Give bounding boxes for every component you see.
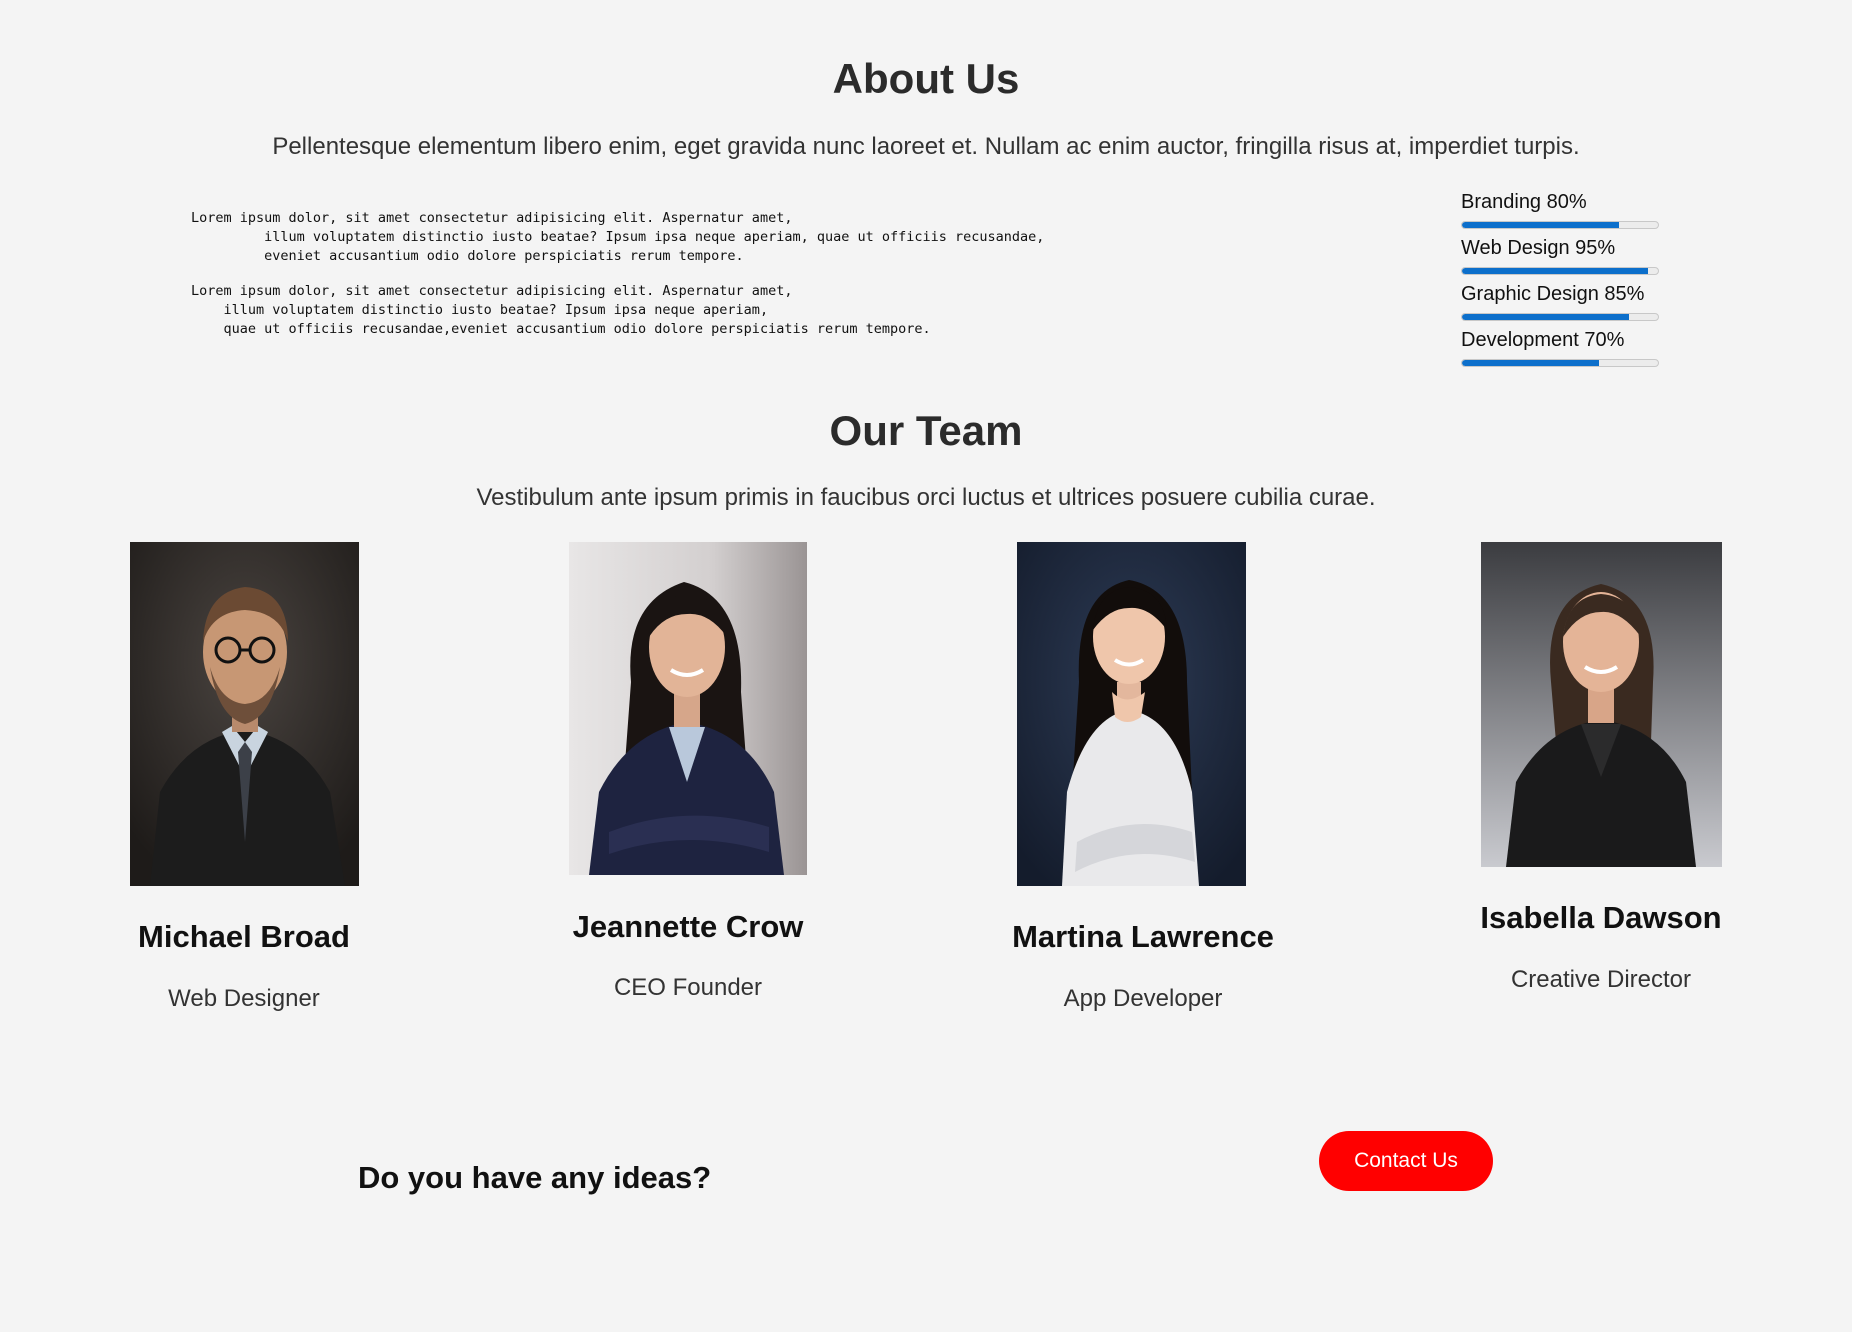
skill-item-web-design: Web Design 95% bbox=[1461, 236, 1659, 275]
team-member-role: CEO Founder bbox=[613, 974, 763, 1001]
portrait-image bbox=[569, 542, 807, 875]
skill-progress-fill bbox=[1462, 360, 1600, 366]
skill-item-development: Development 70% bbox=[1461, 328, 1659, 367]
skill-label: Web Design 95% bbox=[1461, 237, 1616, 259]
contact-us-button[interactable]: Contact Us bbox=[1319, 1131, 1493, 1191]
portrait-image bbox=[1481, 542, 1722, 867]
portrait-image bbox=[130, 542, 359, 886]
skill-item-graphic-design: Graphic Design 85% bbox=[1461, 282, 1659, 321]
about-paragraph-2: Lorem ipsum dolor, sit amet consectetur … bbox=[191, 283, 931, 337]
team-title: Our Team bbox=[829, 407, 1023, 454]
team-member-photo bbox=[569, 542, 807, 875]
skill-progress-bar bbox=[1461, 359, 1659, 367]
skill-progress-bar bbox=[1461, 221, 1659, 229]
team-member-role: Web Designer bbox=[168, 985, 320, 1012]
skill-label: Branding 80% bbox=[1461, 191, 1587, 213]
skill-label: Graphic Design 85% bbox=[1461, 283, 1645, 305]
skill-progress-fill bbox=[1462, 268, 1649, 274]
team-member-photo bbox=[130, 542, 359, 886]
team-member-name: Isabella Dawson bbox=[1480, 900, 1722, 935]
about-paragraph-1: Lorem ipsum dolor, sit amet consectetur … bbox=[191, 210, 1045, 264]
skill-item-branding: Branding 80% bbox=[1461, 190, 1659, 229]
skill-progress-fill bbox=[1462, 314, 1629, 320]
skill-progress-bar bbox=[1461, 313, 1659, 321]
team-member-role: App Developer bbox=[1063, 985, 1223, 1012]
team-member-photo bbox=[1017, 542, 1246, 886]
team-member-name: Michael Broad bbox=[138, 919, 350, 954]
about-subtitle: Pellentesque elementum libero enim, eget… bbox=[272, 133, 1580, 160]
team-member-photo bbox=[1481, 542, 1722, 867]
skill-label: Development 70% bbox=[1461, 329, 1625, 351]
skill-progress-fill bbox=[1462, 222, 1619, 228]
team-subtitle: Vestibulum ante ipsum primis in faucibus… bbox=[476, 484, 1376, 511]
skill-progress-bar bbox=[1461, 267, 1659, 275]
team-member-name: Martina Lawrence bbox=[1012, 919, 1274, 954]
team-member-role: Creative Director bbox=[1510, 966, 1692, 993]
team-member-name: Jeannette Crow bbox=[572, 909, 804, 944]
about-title: About Us bbox=[832, 55, 1020, 102]
portrait-image bbox=[1017, 542, 1246, 886]
cta-question: Do you have any ideas? bbox=[358, 1160, 712, 1195]
